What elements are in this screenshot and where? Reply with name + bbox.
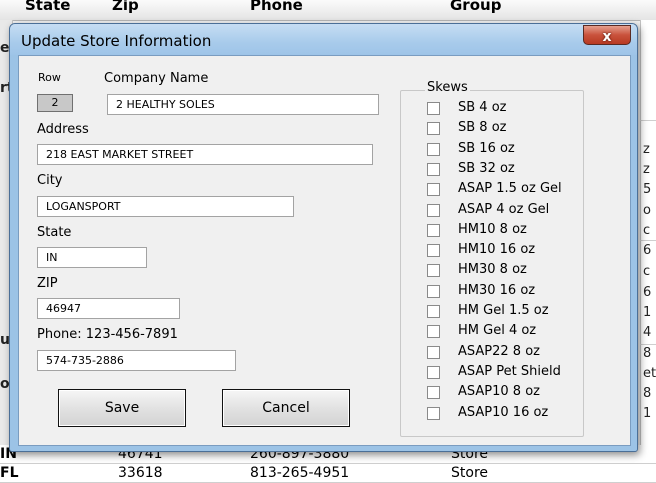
grid-header-zip[interactable]: Zip bbox=[112, 0, 139, 14]
grid-right-cell[interactable]: 6 bbox=[643, 285, 656, 300]
skew-label: SB 32 oz bbox=[458, 160, 515, 176]
dialog-title: Update Store Information bbox=[21, 32, 212, 50]
grid-right-cell[interactable]: c bbox=[643, 223, 656, 238]
skew-label: ASAP 4 oz Gel bbox=[458, 201, 550, 217]
checkbox[interactable] bbox=[427, 305, 440, 318]
skew-label: ASAP22 8 oz bbox=[458, 343, 540, 359]
grid-cell-phone: 813-265-4951 bbox=[250, 465, 350, 481]
checkbox[interactable] bbox=[427, 406, 440, 420]
grid-cell-group: Store bbox=[451, 465, 489, 481]
grid-right-cell[interactable]: o bbox=[643, 203, 656, 218]
grid-right-cell[interactable]: 6 bbox=[643, 243, 656, 258]
close-button[interactable]: x bbox=[583, 25, 631, 45]
checkbox[interactable] bbox=[427, 223, 440, 237]
state-field[interactable]: IN bbox=[37, 247, 147, 268]
row-number: 2 bbox=[37, 94, 73, 112]
checkbox[interactable] bbox=[427, 264, 440, 278]
grid-right-cell[interactable]: 1 bbox=[643, 305, 656, 320]
checkbox[interactable] bbox=[427, 102, 440, 115]
checkbox[interactable] bbox=[427, 203, 440, 217]
checkbox[interactable] bbox=[427, 183, 440, 197]
skew-label: SB 8 oz bbox=[458, 120, 507, 136]
close-icon: x bbox=[602, 29, 612, 45]
grid-right-cell[interactable]: 4 bbox=[643, 325, 656, 340]
dialog-titlebar[interactable]: Update Store Information x bbox=[10, 24, 637, 55]
zip-field[interactable]: 46947 bbox=[37, 298, 180, 319]
checkbox[interactable] bbox=[427, 162, 440, 176]
checkbox[interactable] bbox=[427, 325, 440, 339]
checkbox[interactable] bbox=[427, 142, 440, 156]
phone-field[interactable]: 574-735-2886 bbox=[37, 350, 236, 371]
grid-right-cell[interactable]: 1 bbox=[643, 406, 656, 421]
state-label: State bbox=[37, 225, 72, 240]
skew-label: SB 16 oz bbox=[458, 140, 515, 156]
skew-label: SB 4 oz bbox=[458, 100, 507, 115]
skew-label: HM Gel 4 oz bbox=[458, 323, 537, 339]
skews-group-title: Skews bbox=[425, 80, 470, 95]
grid-right-cell[interactable]: 8 bbox=[643, 386, 656, 401]
cancel-button[interactable]: Cancel bbox=[222, 389, 350, 427]
row-label: Row bbox=[38, 71, 61, 84]
zip-label: ZIP bbox=[37, 276, 58, 291]
grid-header-group[interactable]: Group bbox=[450, 0, 501, 14]
checkbox[interactable] bbox=[427, 122, 440, 136]
grid-header-state[interactable]: State bbox=[25, 0, 70, 14]
address-field[interactable]: 218 EAST MARKET STREET bbox=[37, 144, 373, 165]
grid-right-cell[interactable]: z bbox=[643, 142, 656, 157]
city-label: City bbox=[37, 173, 63, 188]
skew-label: HM10 16 oz bbox=[458, 242, 536, 258]
skew-label: HM30 16 oz bbox=[458, 282, 536, 298]
grid-right-cell[interactable]: 8 bbox=[643, 346, 656, 361]
company-name-field[interactable]: 2 HEALTHY SOLES bbox=[107, 94, 379, 115]
city-field[interactable]: LOGANSPORT bbox=[37, 196, 294, 217]
checkbox[interactable] bbox=[427, 244, 440, 258]
grid-header: State Zip Phone Group bbox=[0, 0, 656, 21]
skew-label: ASAP10 8 oz bbox=[458, 384, 540, 400]
checkbox[interactable] bbox=[427, 284, 440, 298]
skew-label: ASAP Pet Shield bbox=[458, 363, 561, 379]
skew-label: ASAP10 16 oz bbox=[458, 404, 549, 420]
skew-label: HM30 8 oz bbox=[458, 262, 527, 278]
checkbox[interactable] bbox=[427, 386, 440, 400]
grid-right-cell[interactable]: z bbox=[643, 162, 656, 177]
checkbox[interactable] bbox=[427, 365, 440, 379]
skew-label: ASAP 1.5 oz Gel bbox=[458, 181, 562, 197]
checkbox[interactable] bbox=[427, 345, 440, 359]
grid-right-cell[interactable]: et bbox=[643, 366, 656, 381]
grid-right-cell[interactable]: c bbox=[643, 264, 656, 279]
save-button[interactable]: Save bbox=[58, 389, 186, 427]
grid-header-phone[interactable]: Phone bbox=[250, 0, 303, 14]
skew-label: HM Gel 1.5 oz bbox=[458, 303, 549, 318]
grid-cell-state: FL bbox=[0, 465, 19, 481]
phone-label: Phone: 123-456-7891 bbox=[37, 327, 178, 342]
address-label: Address bbox=[37, 122, 89, 137]
grid-cell-zip: 33618 bbox=[118, 465, 163, 481]
grid-right-cell[interactable]: 5 bbox=[643, 182, 656, 197]
company-name-label: Company Name bbox=[104, 71, 209, 86]
skew-label: HM10 8 oz bbox=[458, 221, 527, 237]
table-row[interactable]: FL 33618 813-265-4951 Store bbox=[0, 464, 656, 483]
